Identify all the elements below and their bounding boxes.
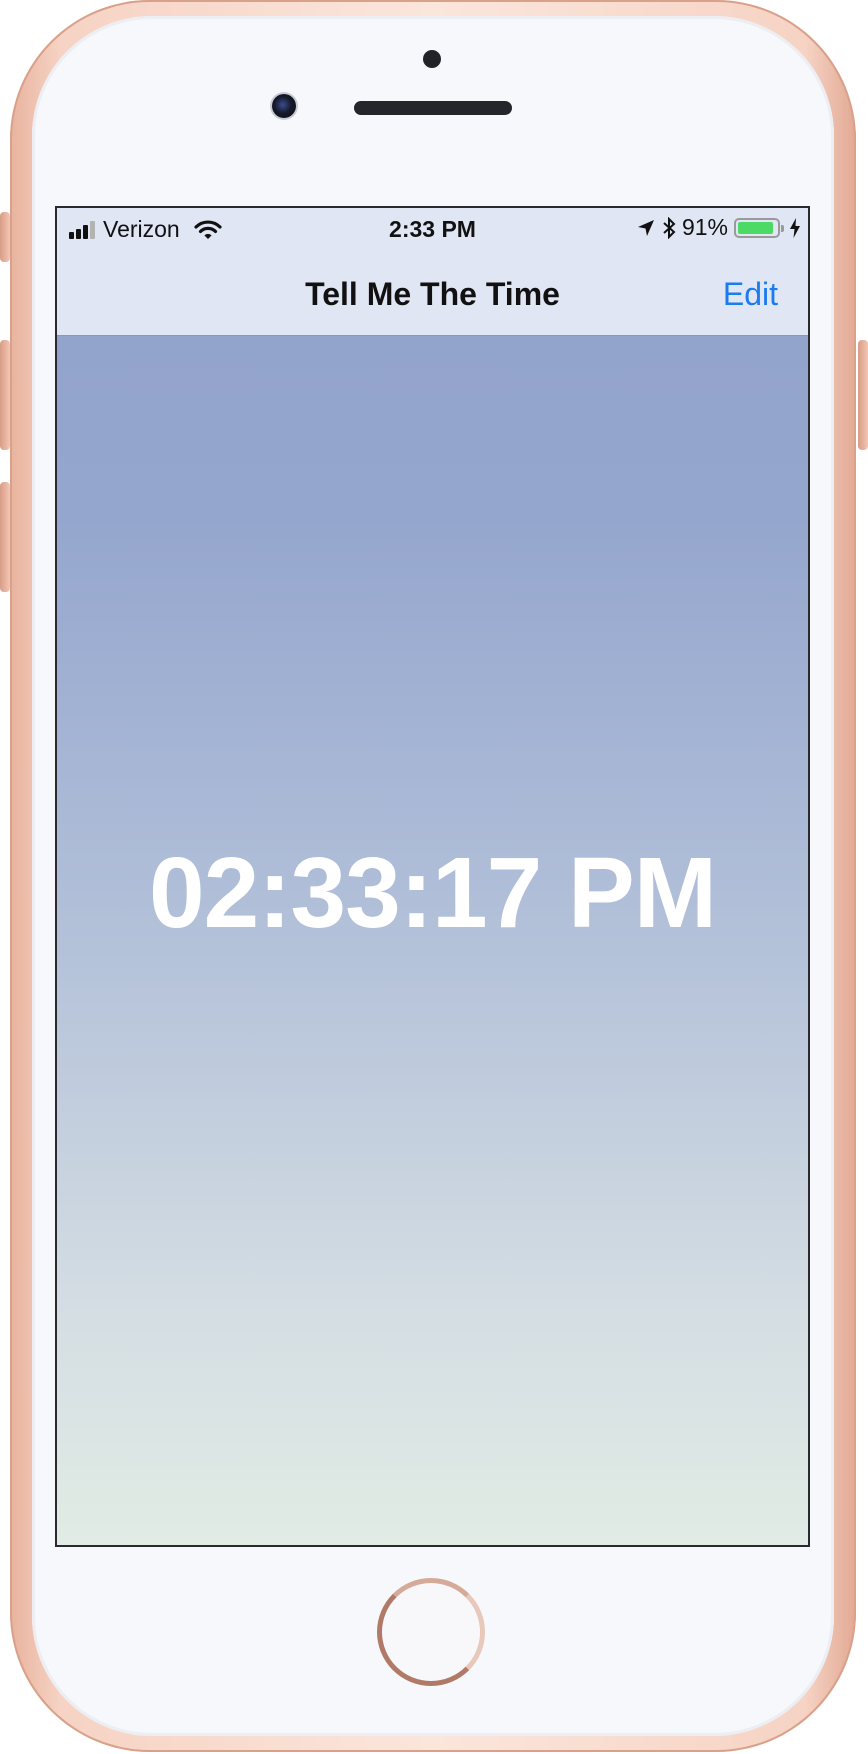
clock-view: 02:33:17 PM	[57, 336, 808, 1545]
battery-percent: 91%	[681, 214, 728, 240]
battery-tip	[781, 224, 784, 232]
time-display: 02:33:17 PM	[148, 837, 717, 949]
location-icon	[636, 218, 656, 238]
charging-icon	[790, 217, 800, 238]
front-camera	[272, 94, 296, 118]
edit-button[interactable]: Edit	[723, 276, 778, 313]
status-bar: Verizon 2:33 PM 91%	[57, 208, 808, 252]
page-title: Tell Me The Time	[305, 276, 560, 312]
bluetooth-icon	[662, 216, 676, 239]
volume-up-button	[0, 340, 10, 450]
device-mockup: Verizon 2:33 PM 91% Tell Me The Time Edi…	[0, 0, 868, 1754]
status-bar-right: 91%	[636, 214, 800, 241]
volume-down-button	[0, 482, 10, 592]
power-button	[858, 340, 868, 450]
proximity-sensor	[423, 50, 441, 68]
navigation-bar: Tell Me The Time Edit	[57, 252, 808, 336]
battery-level-fill	[738, 221, 773, 234]
battery-icon	[734, 217, 784, 238]
mute-switch	[0, 212, 10, 262]
app-screen: Verizon 2:33 PM 91% Tell Me The Time Edi…	[55, 206, 810, 1547]
home-button[interactable]	[377, 1578, 485, 1686]
earpiece-speaker	[354, 101, 512, 115]
